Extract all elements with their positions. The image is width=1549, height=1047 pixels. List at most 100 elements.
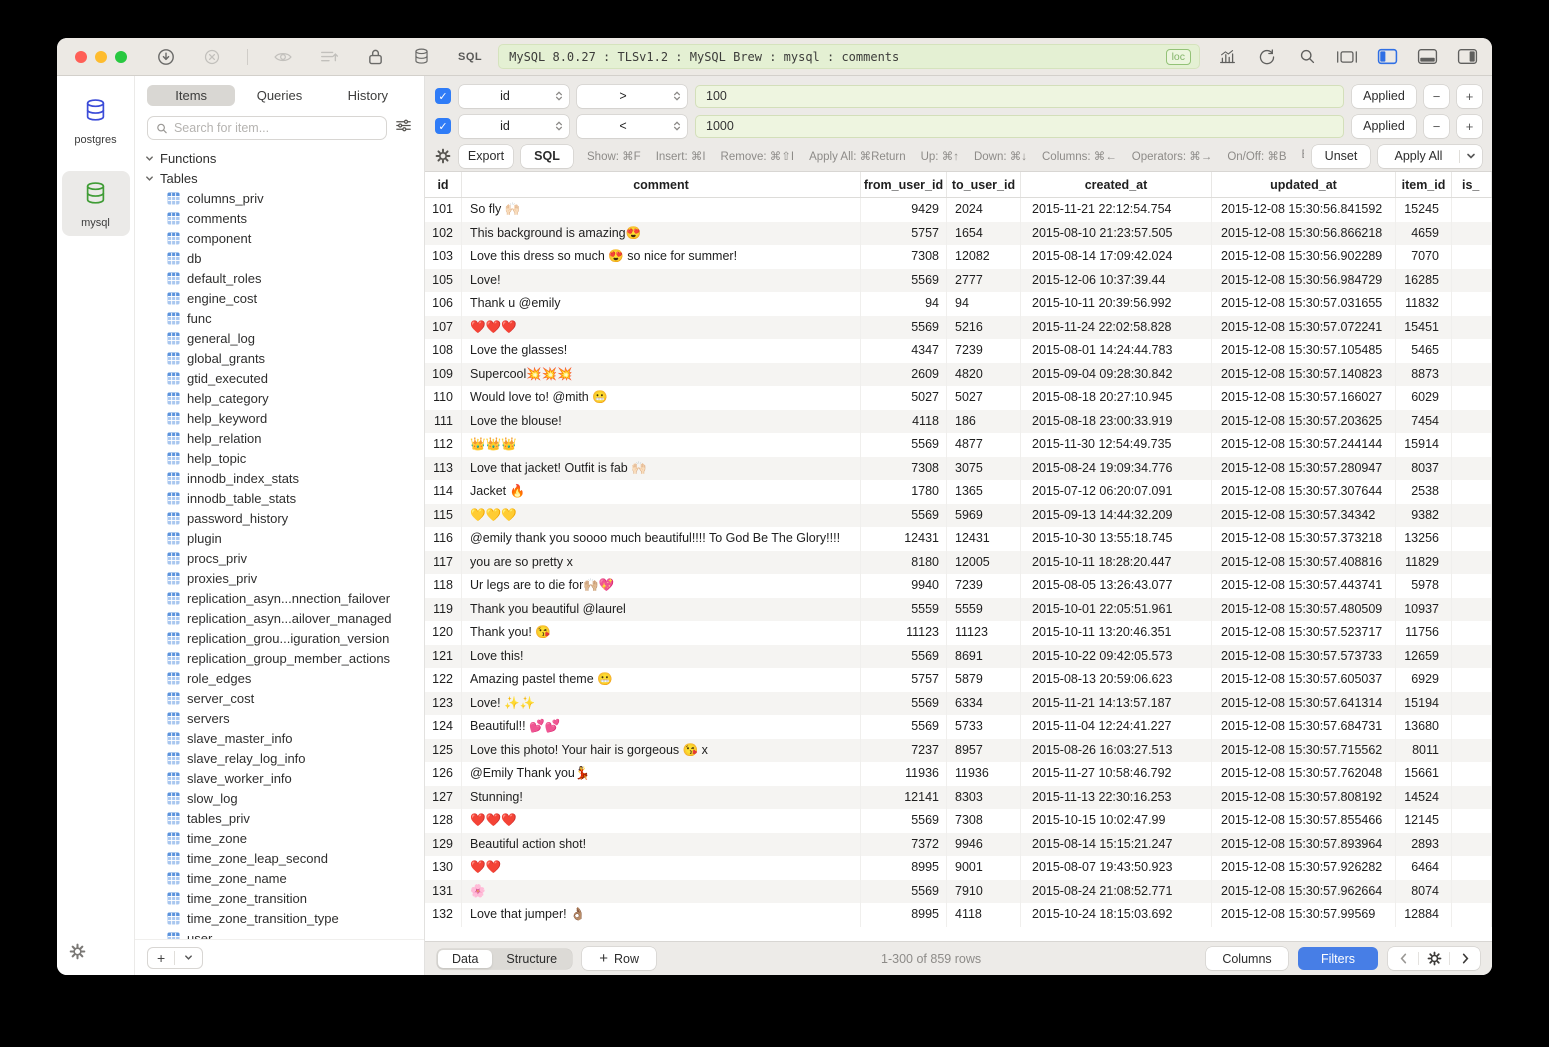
- cell-is[interactable]: [1452, 410, 1492, 434]
- cell-comment[interactable]: Would love to! @mith 😬: [462, 386, 861, 410]
- cell-from_user_id[interactable]: 5757: [861, 668, 947, 692]
- cell-from_user_id[interactable]: 5569: [861, 269, 947, 293]
- filter-operator-select[interactable]: <: [577, 115, 687, 138]
- cell-updated_at[interactable]: 2015-12-08 15:30:57.523717: [1212, 621, 1396, 645]
- cell-from_user_id[interactable]: 8995: [861, 903, 947, 927]
- cell-created_at[interactable]: 2015-11-04 12:24:41.227: [1021, 715, 1212, 739]
- cell-comment[interactable]: Ur legs are to die for🙌🏼💖: [462, 574, 861, 598]
- toggle-right-panel-icon[interactable]: [1456, 46, 1478, 68]
- remove-filter-button[interactable]: −: [1424, 115, 1449, 138]
- cell-created_at[interactable]: 2015-10-11 13:20:46.351: [1021, 621, 1212, 645]
- sidebar-table-item[interactable]: time_zone_transition_type: [135, 908, 424, 928]
- cell-is[interactable]: [1452, 645, 1492, 669]
- cell-created_at[interactable]: 2015-11-30 12:54:49.735: [1021, 433, 1212, 457]
- cell-updated_at[interactable]: 2015-12-08 15:30:57.605037: [1212, 668, 1396, 692]
- cell-item_id[interactable]: 12659: [1396, 645, 1452, 669]
- cell-comment[interactable]: Love that jumper! 👌🏽: [462, 903, 861, 927]
- sidebar-table-item[interactable]: procs_priv: [135, 548, 424, 568]
- cell-id[interactable]: 112: [425, 433, 462, 457]
- chart-icon[interactable]: [1216, 46, 1238, 68]
- sidebar-table-item[interactable]: help_topic: [135, 448, 424, 468]
- cell-updated_at[interactable]: 2015-12-08 15:30:57.855466: [1212, 809, 1396, 833]
- connection-postgres[interactable]: postgres: [62, 88, 130, 153]
- column-header-created-at[interactable]: created_at: [1021, 172, 1212, 197]
- sidebar-table-item[interactable]: comments: [135, 208, 424, 228]
- cell-updated_at[interactable]: 2015-12-08 15:30:57.926282: [1212, 856, 1396, 880]
- cell-item_id[interactable]: 7070: [1396, 245, 1452, 269]
- cell-item_id[interactable]: 15451: [1396, 316, 1452, 340]
- cell-item_id[interactable]: 5465: [1396, 339, 1452, 363]
- cell-updated_at[interactable]: 2015-12-08 15:30:57.99569: [1212, 903, 1396, 927]
- cell-item_id[interactable]: 8074: [1396, 880, 1452, 904]
- column-header-id[interactable]: id: [425, 172, 462, 197]
- table-row[interactable]: 126@Emily Thank you💃11936119362015-11-27…: [425, 762, 1492, 786]
- cell-is[interactable]: [1452, 527, 1492, 551]
- sidebar-table-item[interactable]: time_zone_name: [135, 868, 424, 888]
- cell-from_user_id[interactable]: 4118: [861, 410, 947, 434]
- cell-created_at[interactable]: 2015-08-01 14:24:44.783: [1021, 339, 1212, 363]
- cell-to_user_id[interactable]: 6334: [947, 692, 1021, 716]
- cell-id[interactable]: 118: [425, 574, 462, 598]
- column-header-is[interactable]: is_: [1452, 172, 1492, 197]
- table-row[interactable]: 123Love! ✨✨556963342015-11-21 14:13:57.1…: [425, 692, 1492, 716]
- cell-is[interactable]: [1452, 339, 1492, 363]
- cell-id[interactable]: 109: [425, 363, 462, 387]
- cell-item_id[interactable]: 10937: [1396, 598, 1452, 622]
- cell-item_id[interactable]: 8873: [1396, 363, 1452, 387]
- cell-updated_at[interactable]: 2015-12-08 15:30:57.480509: [1212, 598, 1396, 622]
- cell-id[interactable]: 117: [425, 551, 462, 575]
- tab-structure[interactable]: Structure: [492, 950, 571, 968]
- filter-field-select[interactable]: id: [459, 115, 569, 138]
- add-item-button[interactable]: +: [148, 948, 174, 968]
- cell-created_at[interactable]: 2015-11-21 14:13:57.187: [1021, 692, 1212, 716]
- sidebar-table-item[interactable]: columns_priv: [135, 188, 424, 208]
- cell-comment[interactable]: @Emily Thank you💃: [462, 762, 861, 786]
- cell-created_at[interactable]: 2015-10-30 13:55:18.745: [1021, 527, 1212, 551]
- tab-queries[interactable]: Queries: [235, 85, 323, 106]
- cell-created_at[interactable]: 2015-10-22 09:42:05.573: [1021, 645, 1212, 669]
- table-row[interactable]: 128❤️❤️❤️556973082015-10-15 10:02:47.992…: [425, 809, 1492, 833]
- cell-id[interactable]: 106: [425, 292, 462, 316]
- minimize-window-button[interactable]: [95, 51, 107, 63]
- cell-updated_at[interactable]: 2015-12-08 15:30:57.140823: [1212, 363, 1396, 387]
- cell-comment[interactable]: Thank you beautiful @laurel: [462, 598, 861, 622]
- next-page-button[interactable]: [1450, 947, 1480, 970]
- cell-item_id[interactable]: 12145: [1396, 809, 1452, 833]
- cell-to_user_id[interactable]: 5027: [947, 386, 1021, 410]
- cell-created_at[interactable]: 2015-09-04 09:28:30.842: [1021, 363, 1212, 387]
- cell-comment[interactable]: Thank u @emily: [462, 292, 861, 316]
- add-row-button[interactable]: + Row: [582, 947, 656, 970]
- filter-enabled-checkbox[interactable]: ✓: [435, 88, 451, 104]
- cell-to_user_id[interactable]: 12431: [947, 527, 1021, 551]
- cell-created_at[interactable]: 2015-08-26 16:03:27.513: [1021, 739, 1212, 763]
- cell-comment[interactable]: Beautiful action shot!: [462, 833, 861, 857]
- cell-created_at[interactable]: 2015-09-13 14:44:32.209: [1021, 504, 1212, 528]
- cell-id[interactable]: 107: [425, 316, 462, 340]
- sidebar-table-item[interactable]: gtid_executed: [135, 368, 424, 388]
- cell-comment[interactable]: ❤️❤️❤️: [462, 809, 861, 833]
- sidebar-table-item[interactable]: engine_cost: [135, 288, 424, 308]
- sidebar-table-item[interactable]: help_category: [135, 388, 424, 408]
- cell-updated_at[interactable]: 2015-12-08 15:30:57.244144: [1212, 433, 1396, 457]
- sidebar-table-item[interactable]: replication_asyn...nnection_failover: [135, 588, 424, 608]
- search-icon[interactable]: [1296, 46, 1318, 68]
- sidebar-table-item[interactable]: password_history: [135, 508, 424, 528]
- cell-comment[interactable]: ❤️❤️❤️: [462, 316, 861, 340]
- cell-item_id[interactable]: 14524: [1396, 786, 1452, 810]
- cell-is[interactable]: [1452, 621, 1492, 645]
- connect-icon[interactable]: [155, 46, 177, 68]
- cell-updated_at[interactable]: 2015-12-08 15:30:57.280947: [1212, 457, 1396, 481]
- lock-icon[interactable]: [364, 46, 386, 68]
- table-row[interactable]: 111Love the blouse!41181862015-08-18 23:…: [425, 410, 1492, 434]
- sidebar-table-item[interactable]: plugin: [135, 528, 424, 548]
- cell-to_user_id[interactable]: 9946: [947, 833, 1021, 857]
- cell-created_at[interactable]: 2015-08-14 15:15:21.247: [1021, 833, 1212, 857]
- cell-comment[interactable]: Supercool💥💥💥: [462, 363, 861, 387]
- cell-item_id[interactable]: 11832: [1396, 292, 1452, 316]
- table-row[interactable]: 127Stunning!1214183032015-11-13 22:30:16…: [425, 786, 1492, 810]
- sidebar-table-item[interactable]: role_edges: [135, 668, 424, 688]
- disconnect-icon[interactable]: [201, 46, 223, 68]
- cell-to_user_id[interactable]: 7308: [947, 809, 1021, 833]
- cell-updated_at[interactable]: 2015-12-08 15:30:57.408816: [1212, 551, 1396, 575]
- cell-from_user_id[interactable]: 5569: [861, 715, 947, 739]
